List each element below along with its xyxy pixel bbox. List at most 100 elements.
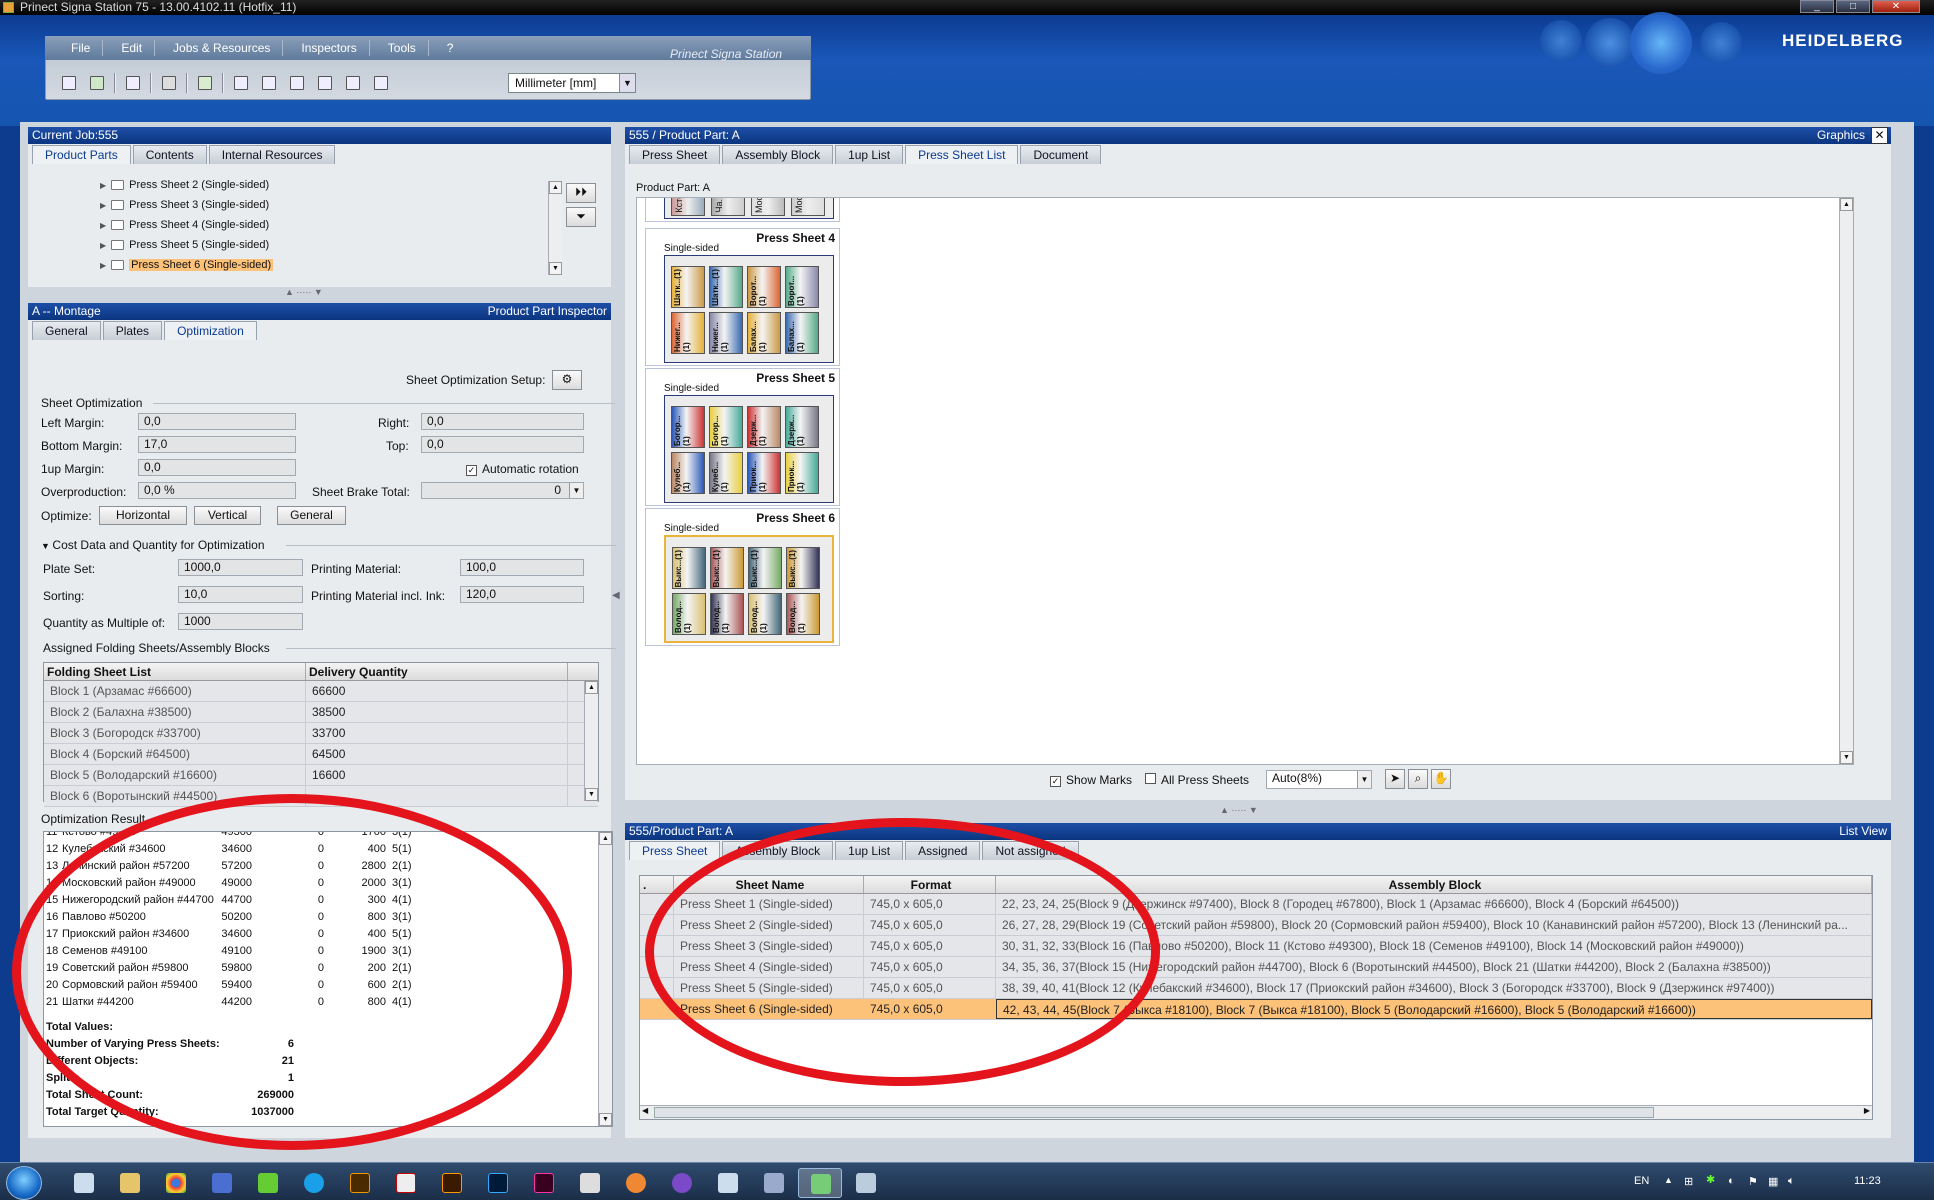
tray-icon[interactable]: ◐ xyxy=(1728,1175,1735,1187)
volume-icon[interactable]: 🔈︎ xyxy=(1788,1175,1795,1188)
language-indicator[interactable]: EN xyxy=(1634,1175,1649,1187)
setup-button[interactable]: ⚙ xyxy=(552,370,582,390)
hand-icon[interactable]: ✋ xyxy=(1431,769,1451,789)
clock[interactable]: 11:23 xyxy=(1854,1175,1881,1187)
auto-rotation-checkbox[interactable]: ✓ Automatic rotation xyxy=(466,462,579,476)
page-icon[interactable] xyxy=(339,72,367,94)
taskbar-green-icon[interactable] xyxy=(246,1168,290,1198)
windows-flag-icon[interactable]: ⊞ xyxy=(1684,1175,1693,1188)
plate-set-field[interactable]: 1000,0 xyxy=(178,559,303,576)
photoshop-icon[interactable] xyxy=(476,1168,520,1198)
indesign-icon[interactable] xyxy=(522,1168,566,1198)
qty-multiple-field[interactable]: 1000 xyxy=(178,613,303,630)
tab-product-parts[interactable]: Product Parts xyxy=(32,145,131,164)
overproduction-field[interactable]: 0,0 % xyxy=(138,482,296,499)
tab-plates[interactable]: Plates xyxy=(102,321,163,340)
pdf-icon[interactable] xyxy=(384,1168,428,1198)
splitter-handle[interactable]: ▲ ····· ▼ xyxy=(285,287,323,297)
skype-icon[interactable] xyxy=(292,1168,336,1198)
all-sheets-checkbox[interactable]: All Press Sheets xyxy=(1145,773,1249,787)
table-hscrollbar[interactable]: ◀ ▶ xyxy=(640,1105,1872,1119)
menu-help[interactable]: ? xyxy=(435,40,466,56)
table-row[interactable]: Block 5 (Володарский #16600) 16600 xyxy=(44,765,598,786)
menu-tools[interactable]: Tools xyxy=(376,40,429,56)
chrome-icon[interactable] xyxy=(154,1168,198,1198)
top-field[interactable]: 0,0 xyxy=(421,436,584,453)
sorting-field[interactable]: 10,0 xyxy=(178,586,303,603)
bridge-icon[interactable] xyxy=(338,1168,382,1198)
table-row[interactable]: Block 1 (Арзамас #66600) 66600 xyxy=(44,681,598,702)
minimize-button[interactable]: _ xyxy=(1800,0,1834,13)
taskbar-signa-icon[interactable] xyxy=(798,1168,842,1198)
table-row[interactable]: Block 3 (Богородск #33700) 33700 xyxy=(44,723,598,744)
tab-general[interactable]: General xyxy=(32,321,101,340)
layout-icon[interactable] xyxy=(255,72,283,94)
save-icon[interactable] xyxy=(200,1168,244,1198)
oneup-margin-field[interactable]: 0,0 xyxy=(138,459,296,476)
taskbar-notes-icon[interactable] xyxy=(568,1168,612,1198)
zoom-icon[interactable]: ⌕ xyxy=(1408,769,1428,789)
tree-item[interactable]: ▶ Press Sheet 3 (Single-sided) xyxy=(28,195,558,215)
imposition-icon[interactable] xyxy=(191,72,219,94)
brake-field[interactable]: 0 ▼ xyxy=(421,482,584,499)
viber-icon[interactable] xyxy=(660,1168,704,1198)
tray-green-icon[interactable]: ✱ xyxy=(1706,1173,1715,1186)
tray-up-icon[interactable]: ▲ xyxy=(1664,1175,1673,1185)
tab-contents[interactable]: Contents xyxy=(132,145,207,164)
print-mat-field[interactable]: 100,0 xyxy=(460,559,584,576)
flag-icon[interactable]: ⚑ xyxy=(1748,1175,1758,1188)
open-icon[interactable] xyxy=(55,72,83,94)
left-margin-field[interactable]: 0,0 xyxy=(138,413,296,430)
chevron-down-icon[interactable]: ▼ xyxy=(1357,771,1371,788)
sheet-card[interactable]: Press Sheet 6 Single-sided Выкс...(1) Вык… xyxy=(645,508,840,646)
right-field[interactable]: 0,0 xyxy=(421,413,584,430)
illustrator-icon[interactable] xyxy=(430,1168,474,1198)
canvas-scrollbar[interactable]: ▲ ▼ xyxy=(1839,198,1853,764)
new-icon[interactable] xyxy=(83,72,111,94)
print-ink-field[interactable]: 120,0 xyxy=(460,586,584,603)
tab-press-sheet[interactable]: Press Sheet xyxy=(629,145,721,164)
collapse-button[interactable]: ⏷ xyxy=(566,207,596,227)
zoom-select[interactable]: Auto(8%) ▼ xyxy=(1266,770,1372,789)
start-button[interactable] xyxy=(6,1166,42,1200)
tab-1up-list[interactable]: 1up List xyxy=(835,145,904,164)
show-marks-checkbox[interactable]: ✓ Show Marks xyxy=(1050,773,1132,787)
tree-item[interactable]: ▶ Press Sheet 5 (Single-sided) xyxy=(28,235,558,255)
tree-scrollbar[interactable]: ▲ ▼ xyxy=(548,181,562,275)
section-cost[interactable]: ▼ Cost Data and Quantity for Optimizatio… xyxy=(41,538,265,552)
units-select[interactable]: Millimeter [mm] ▼ xyxy=(508,73,636,93)
chevron-down-icon[interactable]: ▼ xyxy=(569,483,583,498)
maximize-button[interactable]: □ xyxy=(1836,0,1870,13)
tab-lv-press-sheet[interactable]: Press Sheet xyxy=(629,841,721,860)
save-icon[interactable] xyxy=(119,72,147,94)
tree-item[interactable]: ▶ Press Sheet 2 (Single-sided) xyxy=(28,175,558,195)
menu-file[interactable]: File xyxy=(59,40,104,56)
table-row[interactable]: Block 4 (Борский #64500) 64500 xyxy=(44,744,598,765)
chevron-down-icon[interactable]: ▼ xyxy=(619,74,635,92)
taskbar-doc-icon[interactable] xyxy=(706,1168,750,1198)
sheet-card-partial[interactable]: Кстов Ча... Моск Моск xyxy=(645,198,840,222)
select-arrow-icon[interactable]: ➤ xyxy=(1385,769,1405,789)
close-icon[interactable]: ✕ xyxy=(1871,127,1888,144)
menu-jobs-resources[interactable]: Jobs & Resources xyxy=(161,40,284,56)
sheet-icon[interactable] xyxy=(227,72,255,94)
bottom-margin-field[interactable]: 17,0 xyxy=(138,436,296,453)
tab-assembly-block[interactable]: Assembly Block xyxy=(722,145,834,164)
tree-item-selected[interactable]: ▶ Press Sheet 6 (Single-sided) xyxy=(28,255,558,275)
tab-document[interactable]: Document xyxy=(1020,145,1102,164)
close-button[interactable]: ✕ xyxy=(1872,0,1920,13)
sheet-card[interactable]: Press Sheet 5 Single-sided Богор...(1) Бо… xyxy=(645,368,840,506)
tab-optimization[interactable]: Optimization xyxy=(164,321,257,340)
optimize-general-button[interactable]: General xyxy=(277,506,346,525)
folder-icon[interactable] xyxy=(108,1168,152,1198)
sheet-card[interactable]: Press Sheet 4 Single-sided Шатк...(1) Шат… xyxy=(645,228,840,366)
menu-edit[interactable]: Edit xyxy=(109,40,156,56)
grid-icon[interactable] xyxy=(283,72,311,94)
table-row[interactable]: Block 2 (Балахна #38500) 38500 xyxy=(44,702,598,723)
col-delivery[interactable]: Delivery Quantity xyxy=(306,663,568,680)
taskbar-image-icon[interactable] xyxy=(752,1168,796,1198)
taskbar-fox-icon[interactable] xyxy=(614,1168,658,1198)
taskbar-app-icon[interactable] xyxy=(62,1168,106,1198)
tab-press-sheet-list[interactable]: Press Sheet List xyxy=(905,145,1019,164)
splitter-handle[interactable]: ◀ xyxy=(612,590,620,601)
